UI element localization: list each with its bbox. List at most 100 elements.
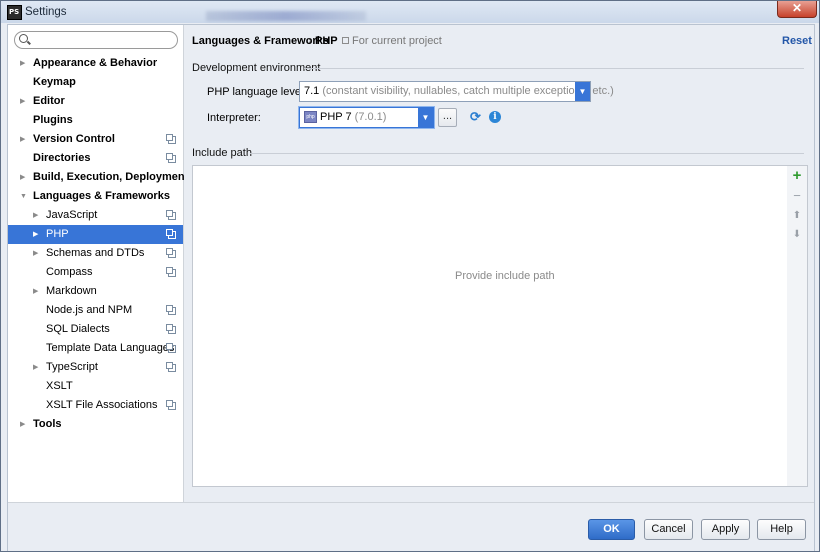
sidebar-item-php[interactable]: ▶ PHP (8, 225, 183, 244)
settings-window: Settings ✕ ▶Appearance & BehaviorKeymap▶… (0, 0, 820, 552)
sidebar-item-label: XSLT File Associations (46, 399, 158, 411)
sidebar-item-directories[interactable]: Directories (8, 149, 183, 168)
sidebar-item-template-data-languages[interactable]: Template Data Languages (8, 339, 183, 358)
sidebar-item-label: Markdown (46, 285, 97, 297)
project-level-icon (166, 400, 176, 410)
reset-link[interactable]: Reset (782, 35, 812, 47)
project-level-icon (166, 267, 176, 277)
sidebar-item-keymap[interactable]: Keymap (8, 73, 183, 92)
php-language-level-combo[interactable]: 7.1 (constant visibility, nullables, cat… (299, 81, 614, 102)
interpreter-combo[interactable]: php PHP 7 (7.0.1) ▼ (299, 107, 434, 128)
blurred-background-text (206, 11, 366, 21)
settings-dialog-body: ▶ Appearance & Behavior Keymap ▶ Editor Plugi… (7, 24, 815, 551)
info-icon[interactable]: i (489, 111, 501, 123)
project-scope-note: For current project (352, 35, 442, 47)
expanded-arrow-icon[interactable]: ▼ (20, 187, 28, 206)
collapsed-arrow-icon[interactable]: ▶ (33, 358, 41, 377)
sidebar-item-label: Directories (33, 152, 91, 164)
sidebar-item-label: Plugins (33, 114, 73, 126)
include-path-toolbar: + − ⬆ ⬇ (787, 165, 808, 487)
settings-tree-sidebar: ▶ Appearance & Behavior Keymap ▶ Editor Plugi… (8, 25, 188, 502)
sidebar-item-typescript[interactable]: ▶ TypeScript (8, 358, 183, 377)
project-level-icon (166, 343, 176, 353)
language-level-value: 7.1 (constant visibility, nullables, cat… (304, 85, 614, 97)
settings-search-field[interactable] (14, 31, 178, 49)
window-title: Settings (25, 6, 67, 18)
project-level-icon (166, 134, 176, 144)
separator-dev-env (304, 68, 804, 69)
close-window-button[interactable]: ✕ (777, 1, 817, 18)
php-language-level-label: PHP language level: (207, 86, 307, 98)
sidebar-item-node-js-and-npm[interactable]: Node.js and NPM (8, 301, 183, 320)
add-icon[interactable]: + (791, 168, 803, 183)
sidebar-item-label: Node.js and NPM (46, 304, 133, 316)
separator-include-path (250, 153, 804, 154)
php-interpreter-icon: php (304, 111, 317, 123)
sidebar-item-label: Tools (33, 418, 62, 430)
sidebar-item-label: Template Data Languages (46, 342, 175, 354)
refresh-icon[interactable]: ⟳ (470, 110, 483, 123)
help-button[interactable]: Help (757, 519, 806, 540)
collapsed-arrow-icon (33, 263, 41, 282)
sidebar-item-build-execution-deployment[interactable]: ▶ Build, Execution, Deployment (8, 168, 188, 187)
move-down-icon[interactable]: ⬇ (791, 229, 803, 241)
project-level-icon (166, 324, 176, 334)
sidebar-item-label: SQL Dialects (46, 323, 110, 335)
collapsed-arrow-icon[interactable]: ▶ (33, 225, 41, 244)
sidebar-item-languages-frameworks[interactable]: ▼ Languages & Frameworks (8, 187, 183, 206)
interpreter-value: PHP 7 (7.0.1) (320, 111, 386, 123)
sidebar-item-label: XSLT (46, 380, 73, 392)
sidebar-item-plugins[interactable]: Plugins (8, 111, 183, 130)
collapsed-arrow-icon[interactable]: ▶ (33, 244, 41, 263)
php-settings-panel: Languages & Frameworks › PHP For current… (184, 25, 814, 502)
sidebar-item-label: TypeScript (46, 361, 98, 373)
ok-button[interactable]: OK (588, 519, 635, 540)
sidebar-item-markdown[interactable]: ▶ Markdown (8, 282, 183, 301)
project-level-icon (166, 248, 176, 258)
sidebar-item-appearance-behavior[interactable]: ▶ Appearance & Behavior (8, 54, 183, 73)
sidebar-item-sql-dialects[interactable]: SQL Dialects (8, 320, 183, 339)
sidebar-item-version-control[interactable]: ▶ Version Control (8, 130, 183, 149)
sidebar-item-label: Schemas and DTDs (46, 247, 145, 259)
move-up-icon[interactable]: ⬆ (791, 210, 803, 222)
sidebar-item-tools[interactable]: ▶ Tools (8, 415, 183, 434)
collapsed-arrow-icon (20, 73, 28, 92)
sidebar-item-editor[interactable]: ▶ Editor (8, 92, 183, 111)
chevron-down-icon[interactable]: ▼ (575, 82, 590, 101)
collapsed-arrow-icon (33, 377, 41, 396)
collapsed-arrow-icon[interactable]: ▶ (20, 168, 28, 187)
sidebar-item-javascript[interactable]: ▶ JavaScript (8, 206, 183, 225)
sidebar-item-schemas-and-dtds[interactable]: ▶ Schemas and DTDs (8, 244, 183, 263)
sidebar-item-xslt[interactable]: XSLT (8, 377, 183, 396)
collapsed-arrow-icon (33, 396, 41, 415)
include-path-list[interactable]: Provide include path (192, 165, 788, 487)
collapsed-arrow-icon[interactable]: ▶ (33, 206, 41, 225)
collapsed-arrow-icon (33, 320, 41, 339)
browse-interpreters-button[interactable]: ... (438, 108, 457, 127)
collapsed-arrow-icon[interactable]: ▶ (20, 130, 28, 149)
sidebar-item-xslt-file-associations[interactable]: XSLT File Associations (8, 396, 183, 415)
collapsed-arrow-icon[interactable]: ▶ (20, 92, 28, 111)
language-level-number: 7.1 (304, 85, 320, 97)
title-bar[interactable]: Settings ✕ (1, 1, 819, 23)
search-icon (19, 34, 28, 43)
collapsed-arrow-icon (33, 301, 41, 320)
sidebar-item-label: Editor (33, 95, 65, 107)
sidebar-item-label: Version Control (33, 133, 115, 145)
collapsed-arrow-icon[interactable]: ▶ (33, 282, 41, 301)
include-path-empty-text: Provide include path (455, 270, 555, 282)
chevron-down-icon[interactable]: ▼ (418, 108, 433, 127)
apply-button[interactable]: Apply (701, 519, 750, 540)
remove-icon[interactable]: − (791, 189, 803, 202)
project-level-icon (166, 229, 176, 239)
cancel-button[interactable]: Cancel (644, 519, 693, 540)
collapsed-arrow-icon[interactable]: ▶ (20, 415, 28, 434)
project-level-icon (166, 153, 176, 163)
sidebar-item-label: Keymap (33, 76, 76, 88)
interpreter-version: (7.0.1) (354, 111, 387, 123)
project-level-icon (166, 305, 176, 315)
collapsed-arrow-icon[interactable]: ▶ (20, 54, 28, 73)
sidebar-item-label: PHP (46, 228, 69, 240)
sidebar-item-compass[interactable]: Compass (8, 263, 183, 282)
breadcrumb-current: PHP (315, 35, 338, 47)
